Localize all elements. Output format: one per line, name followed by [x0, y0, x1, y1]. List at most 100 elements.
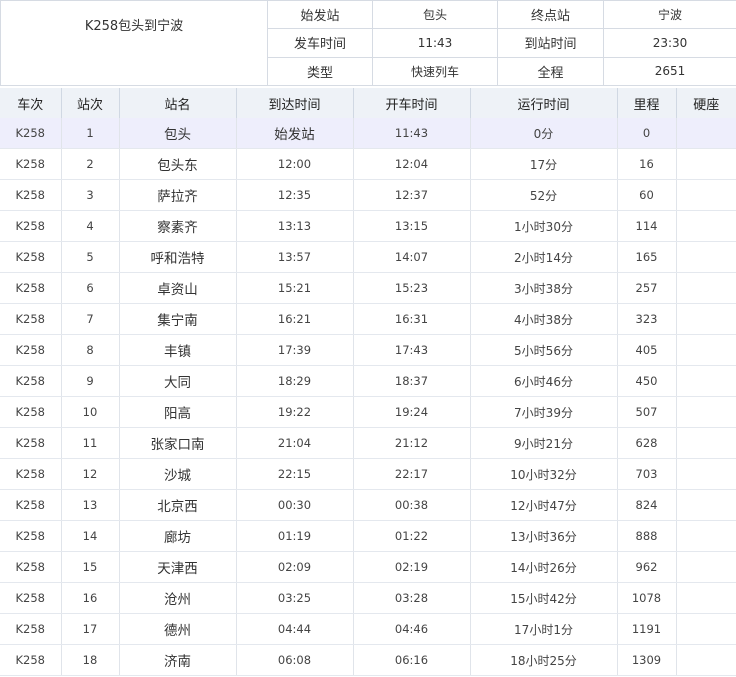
table-row: K258 16 沧州 03:25 03:28 15小时42分 1078 — [0, 582, 736, 614]
col-header-runtime: 运行时间 — [470, 88, 618, 119]
schedule-column-header: 车次 站次 站名 到达时间 开车时间 运行时间 里程 硬座 — [0, 88, 736, 119]
cell-runtime: 14小时26分 — [470, 551, 618, 583]
cell-hard-seat — [676, 489, 736, 521]
start-station-value: 包头 — [372, 0, 498, 30]
cell-runtime: 7小时39分 — [470, 396, 618, 428]
cell-mileage: 824 — [617, 489, 677, 521]
cell-station: 大同 — [119, 365, 237, 397]
train-schedule-page: K258包头到宁波 始发站 包头 终点站 宁波 发车时间 11:43 到站时间 … — [0, 0, 736, 677]
cell-stop-no: 7 — [61, 303, 120, 335]
cell-station: 沧州 — [119, 582, 237, 614]
cell-train: K258 — [0, 148, 62, 180]
col-header-station: 站名 — [119, 88, 237, 119]
cell-arrive: 12:00 — [236, 148, 354, 180]
table-row: K258 8 丰镇 17:39 17:43 5小时56分 405 — [0, 334, 736, 366]
table-row: K258 2 包头东 12:00 12:04 17分 16 — [0, 148, 736, 180]
cell-hard-seat — [676, 551, 736, 583]
schedule-table: K258 1 包头 始发站 11:43 0分 0 K258 2 包头东 12:00 12:04 17分 1… — [0, 118, 736, 676]
cell-depart: 15:23 — [353, 272, 471, 304]
cell-station: 呼和浩特 — [119, 241, 237, 273]
cell-mileage: 165 — [617, 241, 677, 273]
total-distance-value: 2651 — [603, 56, 736, 87]
cell-depart: 00:38 — [353, 489, 471, 521]
cell-arrive: 02:09 — [236, 551, 354, 583]
end-station-value: 宁波 — [603, 0, 736, 30]
cell-depart: 14:07 — [353, 241, 471, 273]
table-row: K258 13 北京西 00:30 00:38 12小时47分 824 — [0, 489, 736, 521]
cell-station: 廊坊 — [119, 520, 237, 552]
cell-station: 北京西 — [119, 489, 237, 521]
cell-depart: 16:31 — [353, 303, 471, 335]
depart-time-label: 发车时间 — [267, 28, 373, 58]
col-header-arrive: 到达时间 — [236, 88, 354, 119]
cell-arrive: 17:39 — [236, 334, 354, 366]
cell-train: K258 — [0, 179, 62, 211]
start-station-label: 始发站 — [267, 0, 373, 30]
cell-depart: 06:16 — [353, 644, 471, 676]
cell-hard-seat — [676, 179, 736, 211]
table-row: K258 9 大同 18:29 18:37 6小时46分 450 — [0, 365, 736, 397]
cell-depart: 19:24 — [353, 396, 471, 428]
cell-train: K258 — [0, 520, 62, 552]
cell-runtime: 13小时36分 — [470, 520, 618, 552]
cell-station: 天津西 — [119, 551, 237, 583]
cell-arrive: 06:08 — [236, 644, 354, 676]
cell-arrive: 18:29 — [236, 365, 354, 397]
table-row: K258 1 包头 始发站 11:43 0分 0 — [0, 118, 736, 149]
cell-hard-seat — [676, 118, 736, 149]
cell-stop-no: 17 — [61, 613, 120, 645]
cell-station: 德州 — [119, 613, 237, 645]
depart-time-value: 11:43 — [372, 28, 498, 58]
cell-stop-no: 15 — [61, 551, 120, 583]
cell-stop-no: 14 — [61, 520, 120, 552]
cell-depart: 17:43 — [353, 334, 471, 366]
train-type-value: 快速列车 — [372, 56, 498, 87]
cell-train: K258 — [0, 644, 62, 676]
cell-train: K258 — [0, 551, 62, 583]
cell-runtime: 3小时38分 — [470, 272, 618, 304]
cell-arrive: 00:30 — [236, 489, 354, 521]
cell-station: 济南 — [119, 644, 237, 676]
cell-mileage: 1078 — [617, 582, 677, 614]
cell-train: K258 — [0, 118, 62, 149]
col-header-depart: 开车时间 — [353, 88, 471, 119]
cell-hard-seat — [676, 582, 736, 614]
schedule-rows: K258 1 包头 始发站 11:43 0分 0 K258 2 包头东 12:00 12:04 17分 1… — [0, 118, 736, 676]
train-type-label: 类型 — [267, 56, 373, 87]
cell-station: 集宁南 — [119, 303, 237, 335]
cell-arrive: 01:19 — [236, 520, 354, 552]
cell-mileage: 1191 — [617, 613, 677, 645]
table-row: K258 15 天津西 02:09 02:19 14小时26分 962 — [0, 551, 736, 583]
cell-depart: 21:12 — [353, 427, 471, 459]
table-row: K258 14 廊坊 01:19 01:22 13小时36分 888 — [0, 520, 736, 552]
cell-runtime: 17小时1分 — [470, 613, 618, 645]
table-row: K258 11 张家口南 21:04 21:12 9小时21分 628 — [0, 427, 736, 459]
cell-depart: 12:04 — [353, 148, 471, 180]
cell-arrive: 始发站 — [236, 118, 354, 149]
cell-mileage: 323 — [617, 303, 677, 335]
cell-mileage: 405 — [617, 334, 677, 366]
cell-stop-no: 1 — [61, 118, 120, 149]
cell-mileage: 60 — [617, 179, 677, 211]
cell-depart: 22:17 — [353, 458, 471, 490]
cell-station: 卓资山 — [119, 272, 237, 304]
cell-hard-seat — [676, 613, 736, 645]
cell-mileage: 1309 — [617, 644, 677, 676]
cell-depart: 02:19 — [353, 551, 471, 583]
cell-depart: 13:15 — [353, 210, 471, 242]
end-station-label: 终点站 — [497, 0, 604, 30]
cell-runtime: 1小时30分 — [470, 210, 618, 242]
cell-runtime: 15小时42分 — [470, 582, 618, 614]
cell-arrive: 19:22 — [236, 396, 354, 428]
cell-train: K258 — [0, 427, 62, 459]
cell-station: 张家口南 — [119, 427, 237, 459]
cell-hard-seat — [676, 458, 736, 490]
cell-train: K258 — [0, 613, 62, 645]
table-row: K258 3 萨拉齐 12:35 12:37 52分 60 — [0, 179, 736, 211]
cell-mileage: 962 — [617, 551, 677, 583]
cell-depart: 18:37 — [353, 365, 471, 397]
cell-arrive: 16:21 — [236, 303, 354, 335]
cell-station: 包头 — [119, 118, 237, 149]
train-route-title: K258包头到宁波 — [0, 0, 268, 86]
cell-arrive: 13:13 — [236, 210, 354, 242]
